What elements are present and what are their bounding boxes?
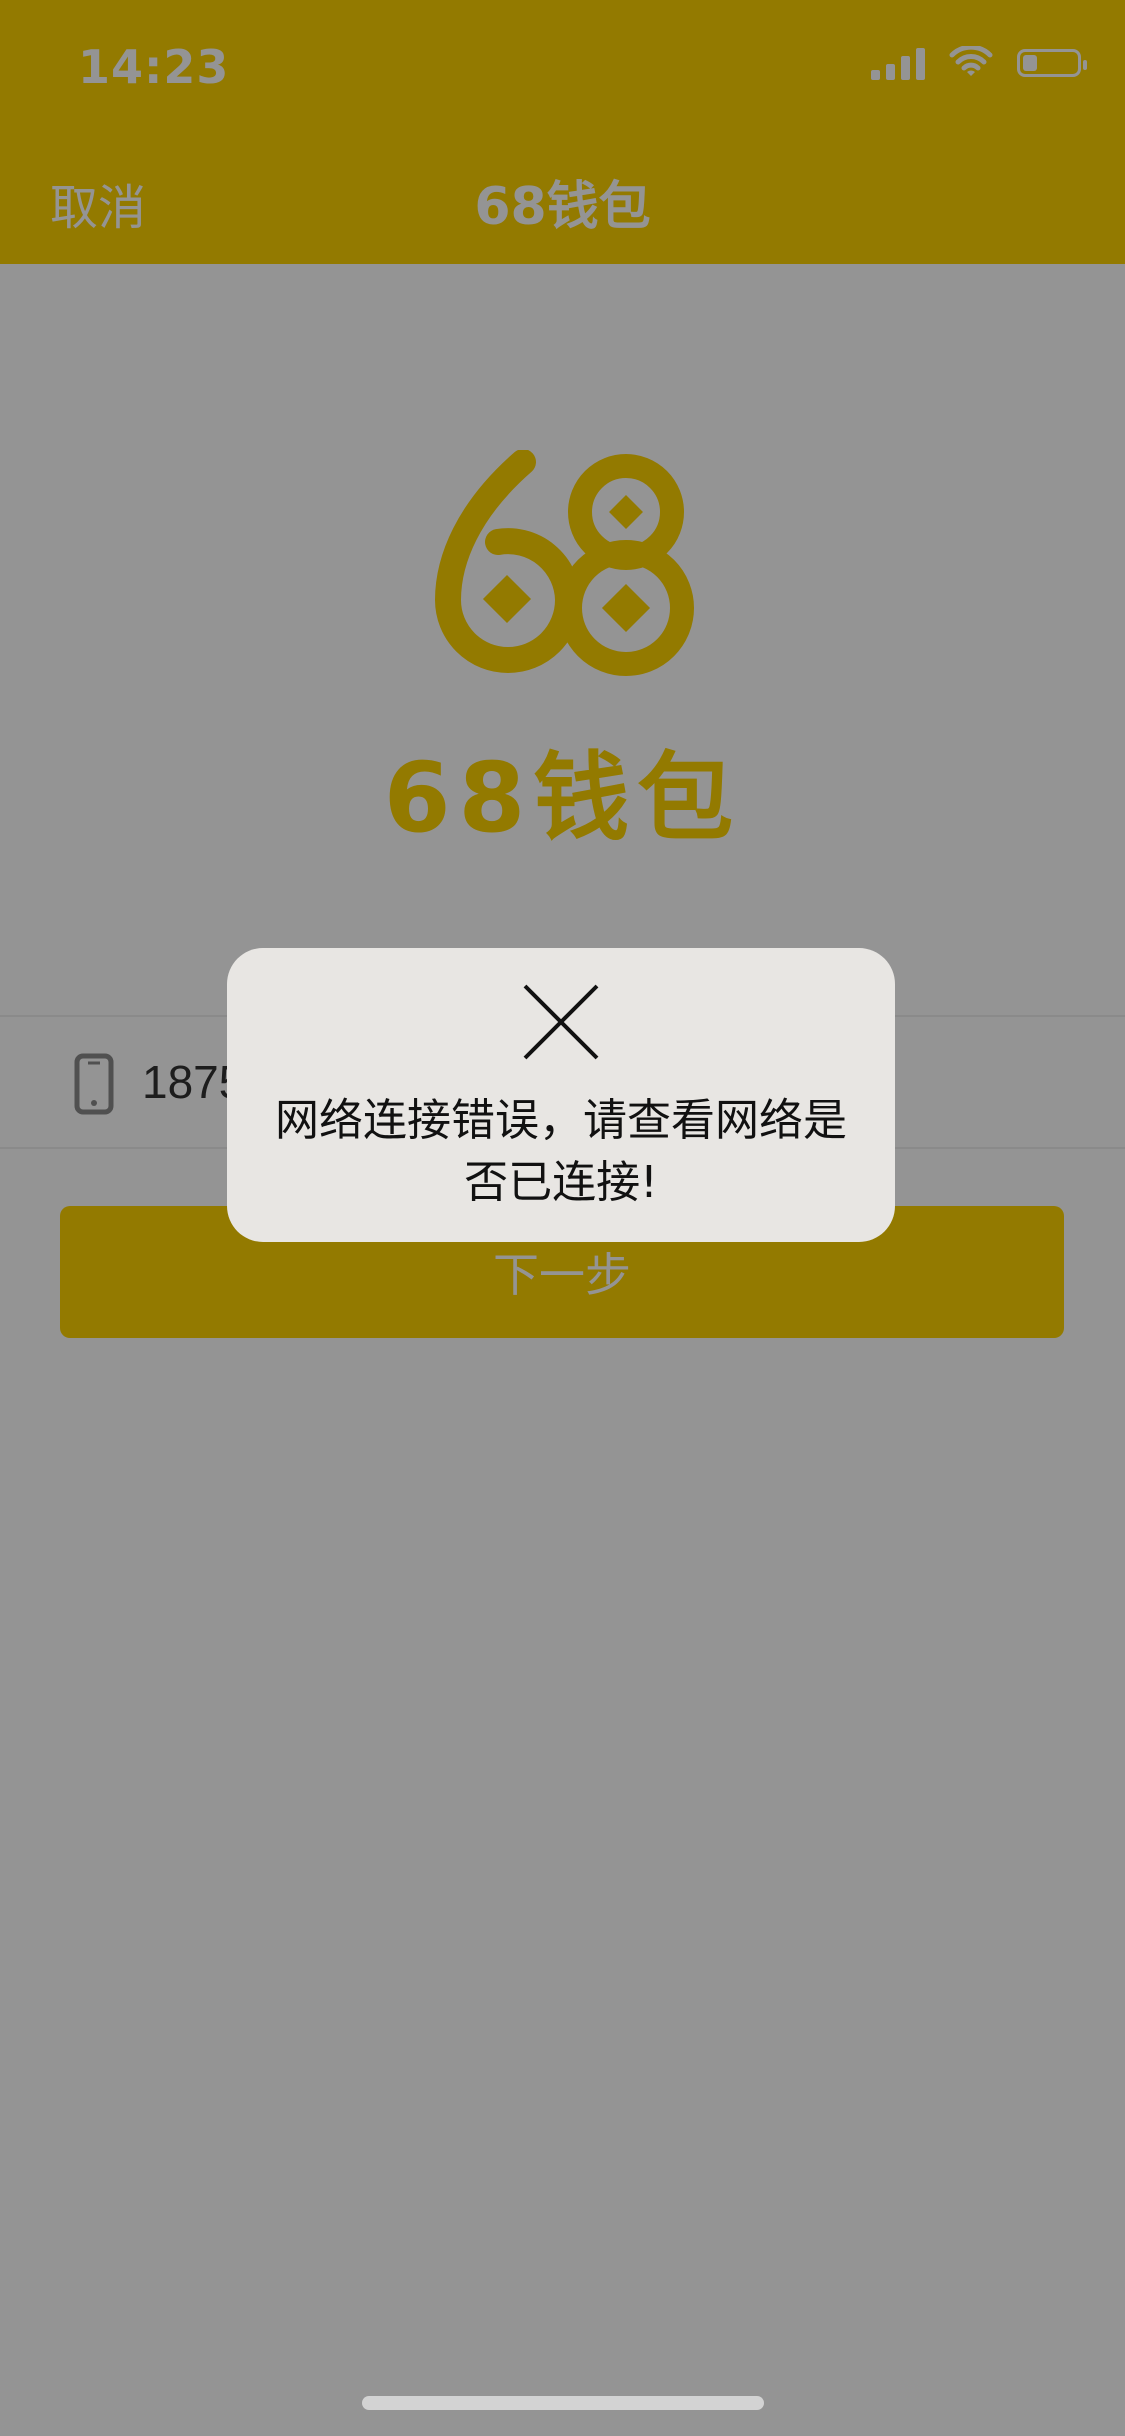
- home-indicator[interactable]: [362, 2396, 764, 2410]
- app-screen: 14:23 取消 68钱包 68钱包 1875 下一步 网络连接错误，请查看网络…: [0, 0, 1125, 2436]
- error-toast: 网络连接错误，请查看网络是否已连接!: [227, 948, 895, 1242]
- toast-message: 网络连接错误，请查看网络是否已连接!: [275, 1095, 847, 1208]
- close-icon: [523, 984, 599, 1060]
